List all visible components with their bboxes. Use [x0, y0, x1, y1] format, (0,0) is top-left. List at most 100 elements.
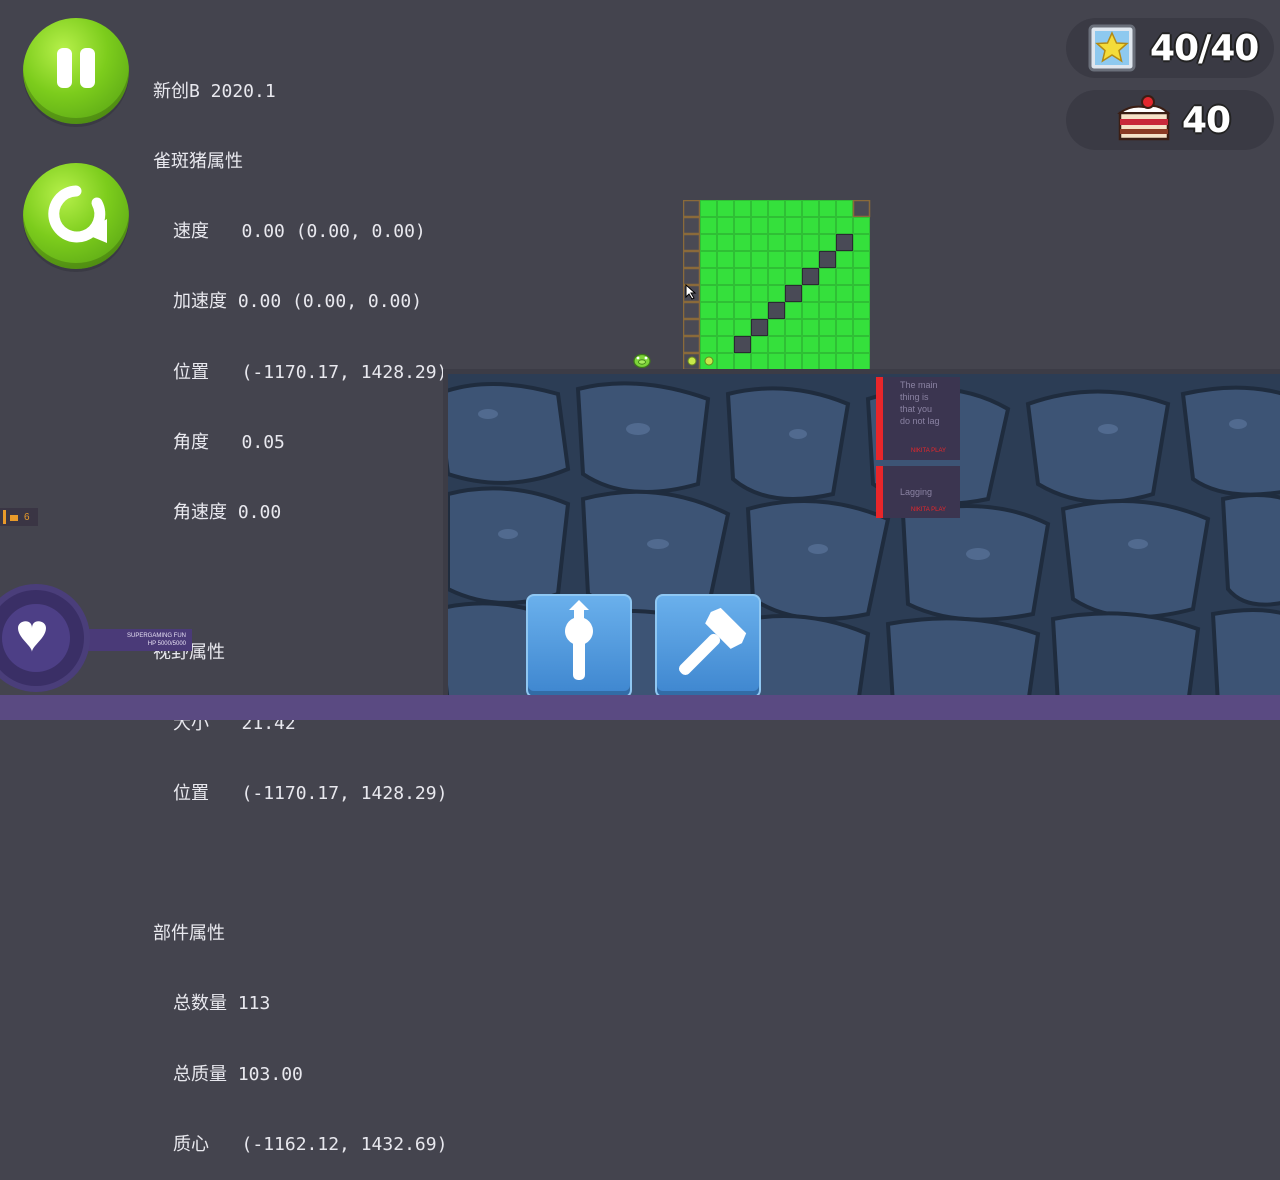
heart-icon	[2, 604, 70, 672]
grid-cell	[717, 251, 734, 268]
grid-cell	[802, 217, 819, 234]
grid-cell	[683, 216, 701, 235]
supporter-name: SUPERGAMING FUN	[126, 633, 186, 639]
grid-cell	[836, 319, 853, 336]
wrench-tool-button[interactable]	[526, 594, 632, 698]
grid-cell	[802, 302, 819, 319]
grid-cell	[836, 353, 853, 370]
grid-cell	[852, 200, 871, 218]
grid-cell	[717, 268, 734, 285]
hammer-icon	[678, 607, 747, 676]
grid-cell	[853, 319, 870, 336]
grid-cell	[683, 250, 701, 269]
grid-cell	[683, 233, 701, 252]
grid-cell	[836, 302, 853, 319]
pig-properties-title: 雀斑猪属性	[153, 151, 243, 173]
total-mass-value: 103.00	[237, 1063, 303, 1085]
grid-cell	[836, 234, 853, 251]
view-position-row: 位置 (-1170.17, 1428.29)	[153, 782, 447, 805]
build-version: 新创B 2020.1	[153, 80, 276, 102]
accel-label: 加速度	[173, 291, 227, 313]
grid-cell	[700, 234, 717, 251]
total-count-row: 总数量 113	[153, 992, 447, 1015]
angle-row: 角度 0.05	[153, 431, 447, 454]
grid-cell	[734, 302, 751, 319]
grid-cell	[734, 251, 751, 268]
grid-cell	[700, 302, 717, 319]
grid-cell	[785, 251, 802, 268]
grid-cell	[700, 251, 717, 268]
chat-message-1: The main thing is that you do not lag NI…	[876, 377, 960, 460]
hammer-tool-button[interactable]	[655, 594, 761, 698]
grid-cell	[700, 319, 717, 336]
position-value: (-1170.17, 1428.29)	[241, 361, 448, 383]
grid-cell	[717, 302, 734, 319]
grid-cell	[768, 217, 785, 234]
grid-cell	[683, 267, 701, 286]
grid-cell	[768, 302, 785, 319]
grid-cell	[802, 251, 819, 268]
grid-cell	[768, 336, 785, 353]
grid-cell	[751, 251, 768, 268]
grid-cell	[853, 234, 870, 251]
grid-cell	[853, 268, 870, 285]
grid-cell	[802, 319, 819, 336]
pause-button[interactable]	[23, 18, 129, 124]
contraption-grid[interactable]	[683, 200, 871, 370]
grid-cell	[717, 336, 734, 353]
grid-cell	[819, 234, 836, 251]
accel-row: 加速度 0.00 (0.00, 0.00)	[153, 290, 447, 313]
grid-cell	[836, 268, 853, 285]
bottom-strip	[0, 695, 1280, 720]
angular-velocity-value: 0.00	[237, 502, 282, 524]
grid-cell	[768, 268, 785, 285]
grid-cell	[683, 301, 701, 320]
grid-cell	[785, 336, 802, 353]
stream-counter-value: 6	[24, 511, 30, 523]
grid-cell	[700, 268, 717, 285]
grid-cell	[751, 353, 768, 370]
restart-button[interactable]	[23, 163, 129, 269]
pig-part	[704, 356, 714, 366]
grid-cell	[785, 285, 802, 302]
restart-icon	[48, 185, 107, 243]
bottle-part	[687, 356, 697, 366]
chat-message-text: Lagging	[900, 487, 933, 497]
grid-cell	[785, 268, 802, 285]
grid-cell	[836, 217, 853, 234]
grid-cell	[751, 268, 768, 285]
grid-cell	[853, 217, 870, 234]
chat-message-2: Lagging NIKITA PLAY	[876, 466, 960, 518]
grid-cell	[734, 285, 751, 302]
grid-cell	[751, 234, 768, 251]
star-icon	[1088, 24, 1136, 72]
grid-cell	[836, 285, 853, 302]
grid-cell	[802, 353, 819, 370]
parts-properties-title: 部件属性	[153, 923, 225, 945]
view-position-label: 位置	[173, 782, 209, 804]
grid-cell	[853, 285, 870, 302]
star-counter: 40/40	[1066, 18, 1274, 78]
supporter-hp: HP 5000/5000	[147, 641, 186, 647]
grid-cell	[836, 200, 853, 217]
center-of-mass-value: (-1162.12, 1432.69)	[241, 1133, 448, 1155]
grid-cell	[717, 217, 734, 234]
grid-cell	[768, 251, 785, 268]
supporter-bar: SUPERGAMING FUN HP 5000/5000	[80, 629, 192, 651]
grid-cell	[700, 200, 717, 217]
pig-icon	[633, 353, 651, 368]
grid-cell	[751, 319, 768, 336]
grid-cell	[717, 353, 734, 370]
grid-cell	[717, 319, 734, 336]
grid-cell	[785, 319, 802, 336]
grid-cell	[819, 200, 836, 217]
grid-cell	[819, 217, 836, 234]
grid-cell	[836, 336, 853, 353]
grid-cell	[734, 200, 751, 217]
cake-counter: 40	[1066, 90, 1274, 150]
stream-counter: 6	[0, 508, 38, 526]
grid-cell	[785, 353, 802, 370]
accel-value: 0.00 (0.00, 0.00)	[237, 291, 423, 313]
grid-cell	[751, 336, 768, 353]
star-count: 40/40	[1150, 27, 1259, 69]
